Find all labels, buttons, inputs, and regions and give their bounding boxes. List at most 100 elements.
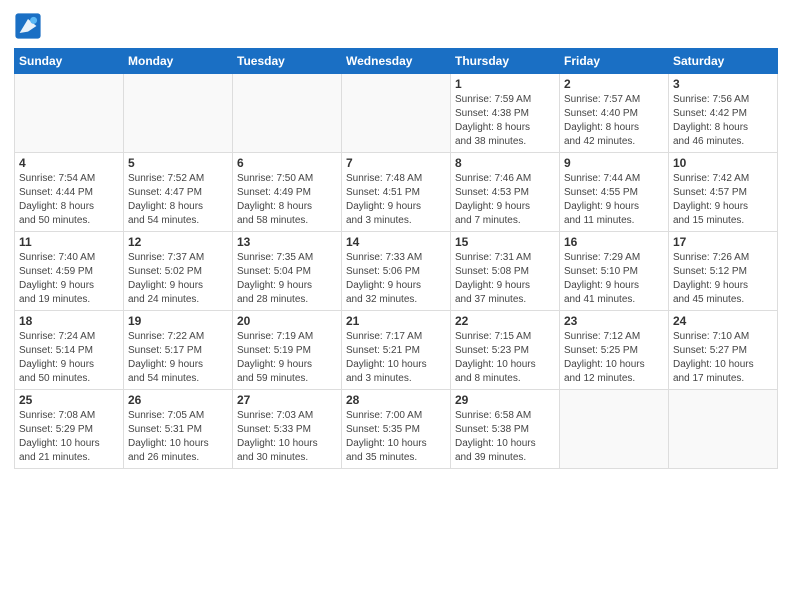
calendar-day-cell: 11 Sunrise: 7:40 AM Sunset: 4:59 PM Dayli… — [15, 232, 124, 311]
calendar-day-cell: 16Sunrise: 7:29 AM Sunset: 5:10 PM Dayli… — [560, 232, 669, 311]
page-header — [14, 12, 778, 40]
calendar-day-cell — [342, 74, 451, 153]
calendar-day-header: Thursday — [451, 49, 560, 74]
calendar-day-cell: 8 Sunrise: 7:46 AM Sunset: 4:53 PM Daylig… — [451, 153, 560, 232]
calendar-day-cell: 28Sunrise: 7:00 AM Sunset: 5:35 PM Dayli… — [342, 390, 451, 469]
day-info: Sunrise: 7:10 AM Sunset: 5:27 PM Dayligh… — [673, 330, 773, 386]
day-number: 19 — [128, 314, 228, 328]
calendar-day-cell: 29 Sunrise: 6:58 AM Sunset: 5:38 PM Dayli… — [451, 390, 560, 469]
day-info: Sunrise: 7:54 AM Sunset: 4:44 PM Dayligh… — [19, 172, 119, 228]
day-number: 10 — [673, 156, 773, 170]
calendar-week-row: 25 Sunrise: 7:08 AM Sunset: 5:29 PM Dayli… — [15, 390, 778, 469]
day-number: 22 — [455, 314, 555, 328]
day-number: 7 — [346, 156, 446, 170]
calendar-day-cell: 17 Sunrise: 7:26 AM Sunset: 5:12 PM Dayli… — [669, 232, 778, 311]
calendar-day-cell: 10 Sunrise: 7:42 AM Sunset: 4:57 PM Dayli… — [669, 153, 778, 232]
calendar-day-cell: 24 Sunrise: 7:10 AM Sunset: 5:27 PM Dayli… — [669, 311, 778, 390]
day-info: Sunrise: 7:50 AM Sunset: 4:49 PM Dayligh… — [237, 172, 337, 228]
day-number: 8 — [455, 156, 555, 170]
day-info: Sunrise: 7:24 AM Sunset: 5:14 PM Dayligh… — [19, 330, 119, 386]
day-info: Sunrise: 7:37 AM Sunset: 5:02 PM Dayligh… — [128, 251, 228, 307]
calendar-day-cell: 9 Sunrise: 7:44 AM Sunset: 4:55 PM Daylig… — [560, 153, 669, 232]
day-number: 23 — [564, 314, 664, 328]
calendar-table: SundayMondayTuesdayWednesdayThursdayFrid… — [14, 48, 778, 469]
day-info: Sunrise: 7:48 AM Sunset: 4:51 PM Dayligh… — [346, 172, 446, 228]
calendar-day-cell — [15, 74, 124, 153]
calendar-day-header: Friday — [560, 49, 669, 74]
day-info: Sunrise: 6:58 AM Sunset: 5:38 PM Dayligh… — [455, 409, 555, 465]
day-number: 2 — [564, 77, 664, 91]
calendar-day-header: Tuesday — [233, 49, 342, 74]
day-number: 16 — [564, 235, 664, 249]
day-number: 4 — [19, 156, 119, 170]
calendar-day-cell: 25 Sunrise: 7:08 AM Sunset: 5:29 PM Dayli… — [15, 390, 124, 469]
day-number: 29 — [455, 393, 555, 407]
day-number: 28 — [346, 393, 446, 407]
day-number: 27 — [237, 393, 337, 407]
day-info: Sunrise: 7:57 AM Sunset: 4:40 PM Dayligh… — [564, 93, 664, 149]
day-info: Sunrise: 7:40 AM Sunset: 4:59 PM Dayligh… — [19, 251, 119, 307]
calendar-week-row: 18 Sunrise: 7:24 AM Sunset: 5:14 PM Dayli… — [15, 311, 778, 390]
calendar-day-cell: 19 Sunrise: 7:22 AM Sunset: 5:17 PM Dayli… — [124, 311, 233, 390]
day-number: 20 — [237, 314, 337, 328]
day-number: 24 — [673, 314, 773, 328]
calendar-day-cell: 6Sunrise: 7:50 AM Sunset: 4:49 PM Daylig… — [233, 153, 342, 232]
calendar-day-cell: 21Sunrise: 7:17 AM Sunset: 5:21 PM Dayli… — [342, 311, 451, 390]
day-info: Sunrise: 7:26 AM Sunset: 5:12 PM Dayligh… — [673, 251, 773, 307]
calendar-day-cell: 4 Sunrise: 7:54 AM Sunset: 4:44 PM Daylig… — [15, 153, 124, 232]
day-number: 18 — [19, 314, 119, 328]
logo — [14, 12, 46, 40]
day-number: 1 — [455, 77, 555, 91]
calendar-header-row: SundayMondayTuesdayWednesdayThursdayFrid… — [15, 49, 778, 74]
logo-icon — [14, 12, 42, 40]
calendar-day-header: Sunday — [15, 49, 124, 74]
calendar-day-cell: 20Sunrise: 7:19 AM Sunset: 5:19 PM Dayli… — [233, 311, 342, 390]
calendar-day-cell: 12 Sunrise: 7:37 AM Sunset: 5:02 PM Dayli… — [124, 232, 233, 311]
calendar-day-cell: 7 Sunrise: 7:48 AM Sunset: 4:51 PM Daylig… — [342, 153, 451, 232]
day-number: 14 — [346, 235, 446, 249]
calendar-day-cell: 5 Sunrise: 7:52 AM Sunset: 4:47 PM Daylig… — [124, 153, 233, 232]
day-info: Sunrise: 7:59 AM Sunset: 4:38 PM Dayligh… — [455, 93, 555, 149]
calendar-day-cell — [233, 74, 342, 153]
calendar-day-cell: 27 Sunrise: 7:03 AM Sunset: 5:33 PM Dayli… — [233, 390, 342, 469]
day-number: 13 — [237, 235, 337, 249]
calendar-day-cell — [669, 390, 778, 469]
day-number: 25 — [19, 393, 119, 407]
day-number: 17 — [673, 235, 773, 249]
calendar-week-row: 1 Sunrise: 7:59 AM Sunset: 4:38 PM Daylig… — [15, 74, 778, 153]
calendar-day-header: Saturday — [669, 49, 778, 74]
day-info: Sunrise: 7:08 AM Sunset: 5:29 PM Dayligh… — [19, 409, 119, 465]
day-number: 26 — [128, 393, 228, 407]
day-number: 11 — [19, 235, 119, 249]
day-info: Sunrise: 7:17 AM Sunset: 5:21 PM Dayligh… — [346, 330, 446, 386]
day-info: Sunrise: 7:35 AM Sunset: 5:04 PM Dayligh… — [237, 251, 337, 307]
day-info: Sunrise: 7:52 AM Sunset: 4:47 PM Dayligh… — [128, 172, 228, 228]
calendar-day-header: Monday — [124, 49, 233, 74]
day-info: Sunrise: 7:15 AM Sunset: 5:23 PM Dayligh… — [455, 330, 555, 386]
calendar-day-cell: 23 Sunrise: 7:12 AM Sunset: 5:25 PM Dayli… — [560, 311, 669, 390]
day-info: Sunrise: 7:31 AM Sunset: 5:08 PM Dayligh… — [455, 251, 555, 307]
day-info: Sunrise: 7:42 AM Sunset: 4:57 PM Dayligh… — [673, 172, 773, 228]
day-number: 12 — [128, 235, 228, 249]
day-number: 5 — [128, 156, 228, 170]
day-info: Sunrise: 7:33 AM Sunset: 5:06 PM Dayligh… — [346, 251, 446, 307]
calendar-day-cell: 2 Sunrise: 7:57 AM Sunset: 4:40 PM Daylig… — [560, 74, 669, 153]
calendar-day-cell: 1 Sunrise: 7:59 AM Sunset: 4:38 PM Daylig… — [451, 74, 560, 153]
day-number: 9 — [564, 156, 664, 170]
day-info: Sunrise: 7:44 AM Sunset: 4:55 PM Dayligh… — [564, 172, 664, 228]
day-info: Sunrise: 7:56 AM Sunset: 4:42 PM Dayligh… — [673, 93, 773, 149]
day-info: Sunrise: 7:46 AM Sunset: 4:53 PM Dayligh… — [455, 172, 555, 228]
calendar-week-row: 11 Sunrise: 7:40 AM Sunset: 4:59 PM Dayli… — [15, 232, 778, 311]
calendar-day-cell: 22 Sunrise: 7:15 AM Sunset: 5:23 PM Dayli… — [451, 311, 560, 390]
day-info: Sunrise: 7:05 AM Sunset: 5:31 PM Dayligh… — [128, 409, 228, 465]
calendar-day-cell — [560, 390, 669, 469]
calendar-day-cell: 3Sunrise: 7:56 AM Sunset: 4:42 PM Daylig… — [669, 74, 778, 153]
calendar-day-header: Wednesday — [342, 49, 451, 74]
calendar-day-cell: 14 Sunrise: 7:33 AM Sunset: 5:06 PM Dayli… — [342, 232, 451, 311]
day-info: Sunrise: 7:12 AM Sunset: 5:25 PM Dayligh… — [564, 330, 664, 386]
day-number: 15 — [455, 235, 555, 249]
calendar-day-cell: 26 Sunrise: 7:05 AM Sunset: 5:31 PM Dayli… — [124, 390, 233, 469]
day-info: Sunrise: 7:22 AM Sunset: 5:17 PM Dayligh… — [128, 330, 228, 386]
calendar-week-row: 4 Sunrise: 7:54 AM Sunset: 4:44 PM Daylig… — [15, 153, 778, 232]
day-info: Sunrise: 7:03 AM Sunset: 5:33 PM Dayligh… — [237, 409, 337, 465]
